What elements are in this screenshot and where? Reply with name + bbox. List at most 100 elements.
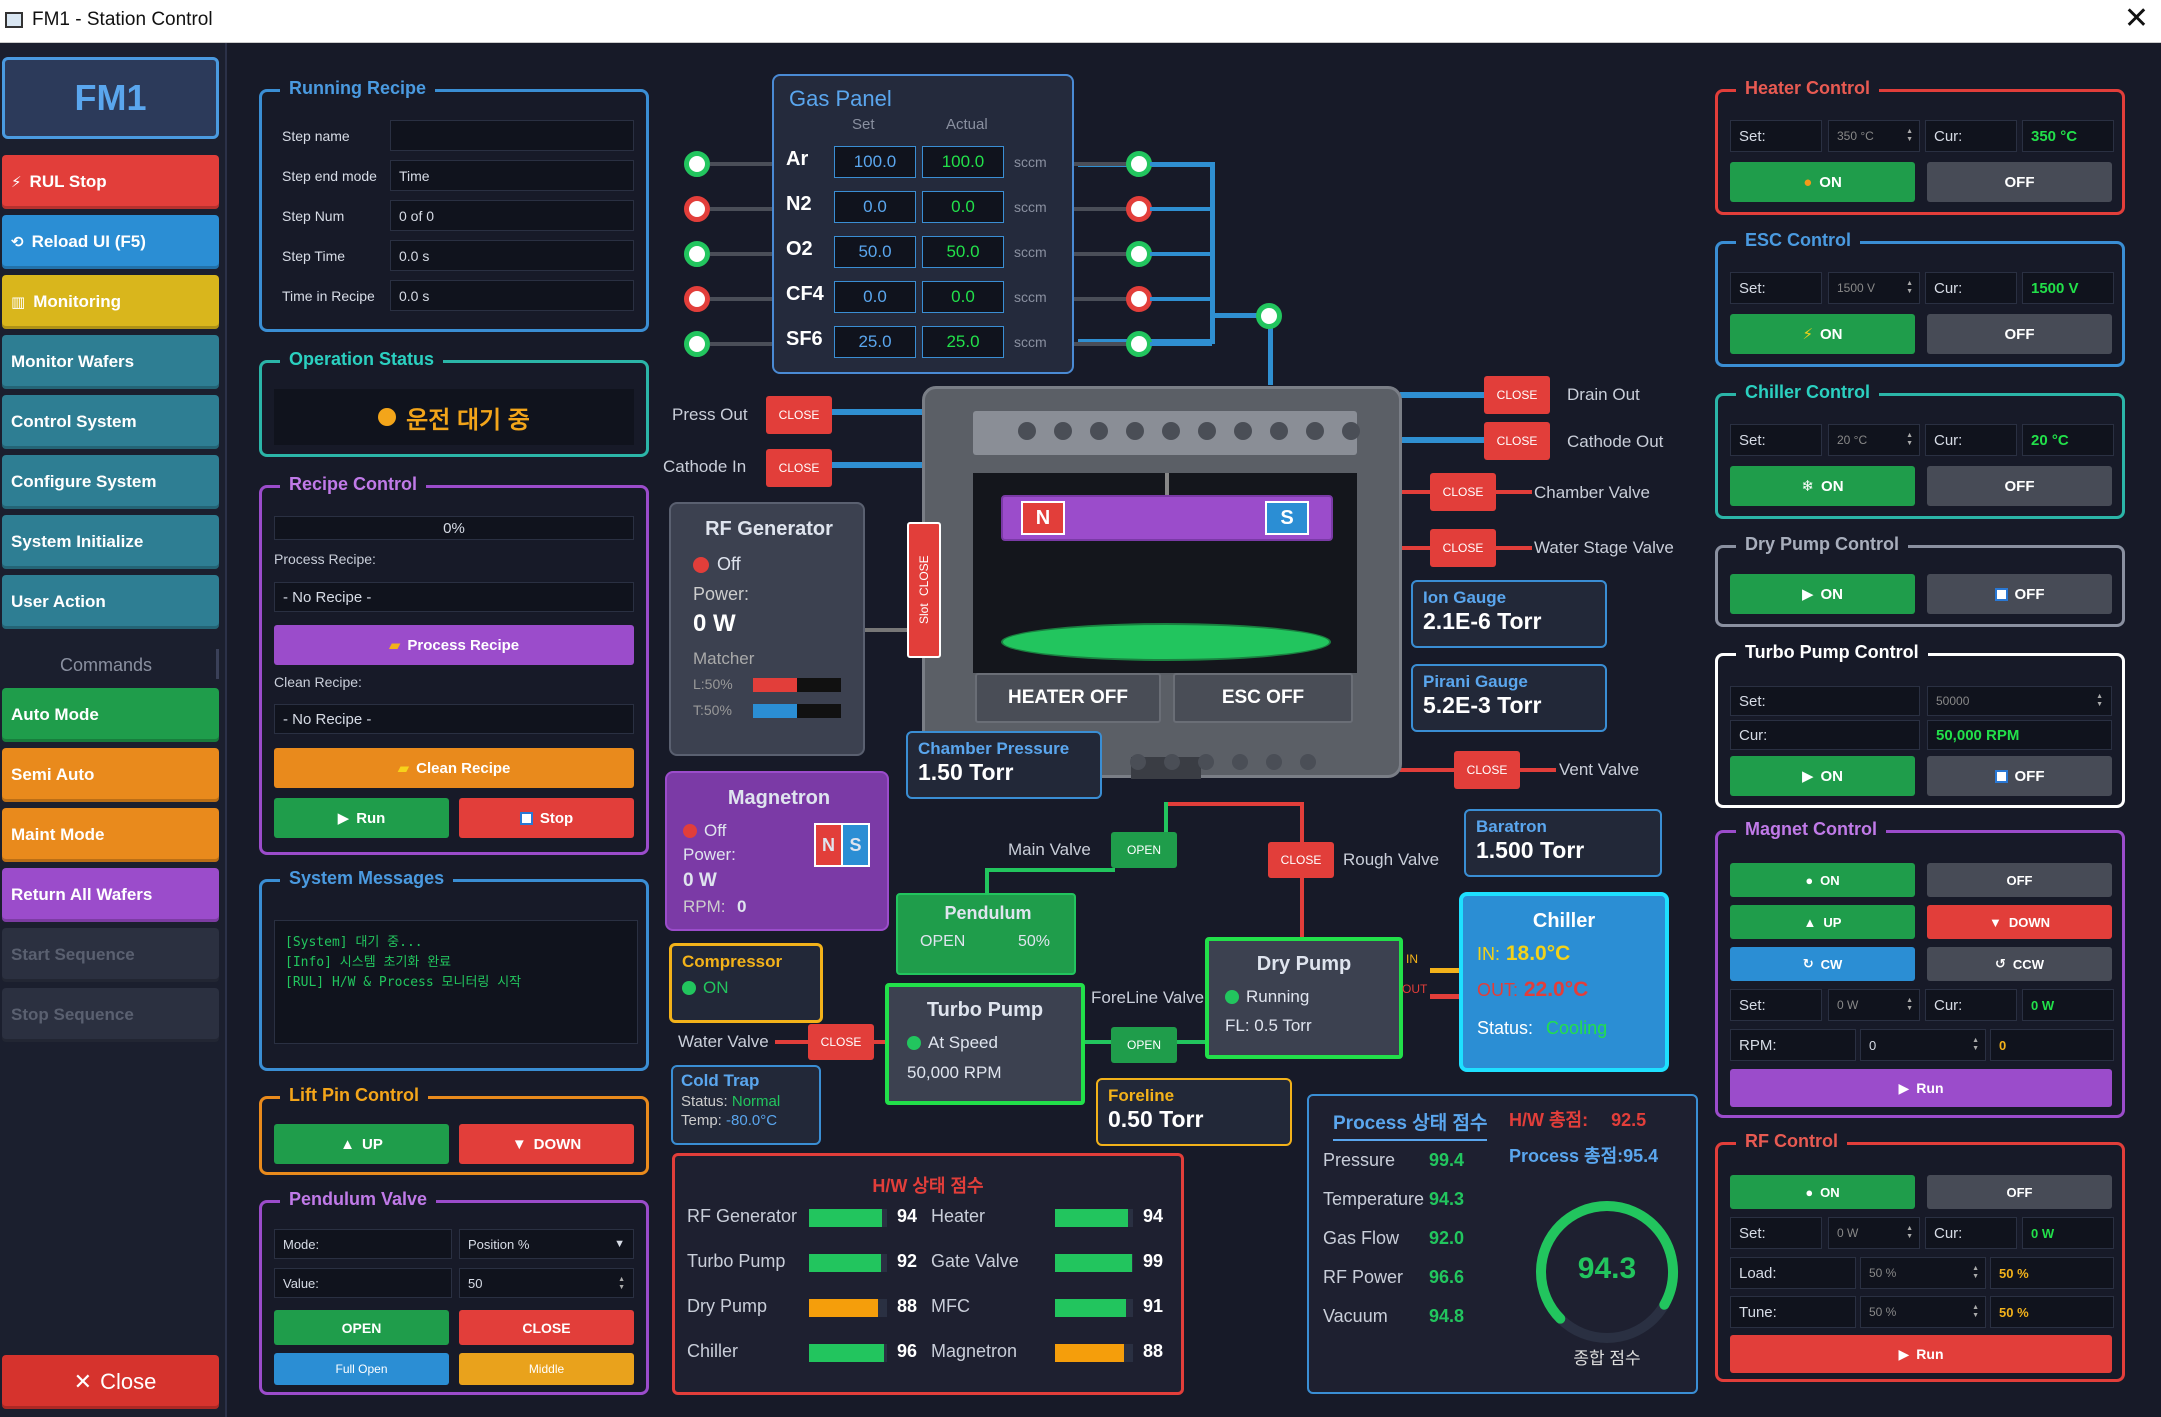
sidebar-button-0[interactable]: ⚡ RUL Stop bbox=[2, 155, 219, 209]
turbo-off-button[interactable]: OFF bbox=[1927, 756, 2112, 796]
chamber-valve[interactable]: CLOSE bbox=[1430, 473, 1496, 511]
dry-pump-on-button[interactable]: ▶ ON bbox=[1730, 574, 1915, 614]
gas-set-input[interactable]: 25.0 bbox=[834, 326, 916, 358]
gas-outlet-valve-icon[interactable] bbox=[1126, 196, 1152, 222]
spinner-icon[interactable]: ▲ ▼ bbox=[618, 1276, 625, 1292]
foreline-valve[interactable]: OPEN bbox=[1111, 1027, 1177, 1063]
water-stage-valve[interactable]: CLOSE bbox=[1430, 529, 1496, 567]
chiller-off-button[interactable]: OFF bbox=[1927, 466, 2112, 506]
pv-open-button[interactable]: OPEN bbox=[274, 1310, 449, 1345]
gas-set-input[interactable]: 0.0 bbox=[834, 281, 916, 313]
gas-outlet-valve-icon[interactable] bbox=[1126, 151, 1152, 177]
recipe-stop-button[interactable]: Stop bbox=[459, 798, 634, 838]
cathode-out-valve[interactable]: CLOSE bbox=[1484, 422, 1550, 460]
press-out-valve[interactable]: CLOSE bbox=[766, 396, 832, 434]
lift-pin-down-button[interactable]: ▼ DOWN bbox=[459, 1124, 634, 1164]
sidebar-button-6[interactable]: System Initialize bbox=[2, 515, 219, 569]
esc-set-input[interactable]: 1500 V ▲ ▼ bbox=[1828, 272, 1920, 304]
spinner-icon[interactable]: ▲ ▼ bbox=[1906, 997, 1913, 1013]
sidebar-button-3[interactable]: Monitor Wafers bbox=[2, 335, 219, 389]
magnet-ccw-button[interactable]: ↺ CCW bbox=[1927, 947, 2112, 981]
gas-inlet-valve-icon[interactable] bbox=[684, 196, 710, 222]
vent-valve[interactable]: CLOSE bbox=[1454, 751, 1520, 789]
gas-inlet-valve-icon[interactable] bbox=[684, 241, 710, 267]
gas-outlet-valve-icon[interactable] bbox=[1126, 331, 1152, 357]
close-button[interactable]: ✕ Close bbox=[2, 1355, 219, 1409]
rf-on-button[interactable]: ● ON bbox=[1730, 1175, 1915, 1209]
sidebar-button-7[interactable]: User Action bbox=[2, 575, 219, 629]
magnet-rpm-input[interactable]: 0 ▲ ▼ bbox=[1860, 1029, 1986, 1061]
spinner-icon[interactable]: ▲ ▼ bbox=[1906, 1225, 1913, 1241]
command-button-3[interactable]: Return All Wafers bbox=[2, 868, 219, 922]
sidebar-button-4[interactable]: Control System bbox=[2, 395, 219, 449]
clean-recipe-button[interactable]: ▰ Clean Recipe bbox=[274, 748, 634, 788]
magnet-up-button[interactable]: ▲ UP bbox=[1730, 905, 1915, 939]
rf-run-button[interactable]: ▶ Run bbox=[1730, 1335, 2112, 1373]
gas-inlet-valve-icon[interactable] bbox=[684, 151, 710, 177]
sidebar-button-icon: ▥ bbox=[11, 294, 26, 311]
turbo-on-button[interactable]: ▶ ON bbox=[1730, 756, 1915, 796]
gas-set-input[interactable]: 0.0 bbox=[834, 191, 916, 223]
magnet-cw-button[interactable]: ↻ CW bbox=[1730, 947, 1915, 981]
window-close-icon[interactable]: ✕ bbox=[2124, 4, 2149, 34]
magnet-run-button[interactable]: ▶ Run bbox=[1730, 1069, 2112, 1107]
clean-recipe-select[interactable]: - No Recipe - bbox=[274, 704, 634, 734]
dry-pump-off-button[interactable]: OFF bbox=[1927, 574, 2112, 614]
process-recipe-button[interactable]: ▰ Process Recipe bbox=[274, 625, 634, 665]
main-valve[interactable]: OPEN bbox=[1111, 832, 1177, 868]
rf-load-input[interactable]: 50 % ▲ ▼ bbox=[1860, 1257, 1986, 1289]
spinner-icon[interactable]: ▲ ▼ bbox=[1906, 128, 1913, 144]
rf-set-input[interactable]: 0 W ▲ ▼ bbox=[1828, 1217, 1920, 1249]
gas-set-input[interactable]: 50.0 bbox=[834, 236, 916, 268]
turbo-set-input[interactable]: 50000 ▲ ▼ bbox=[1927, 686, 2112, 716]
chiller-on-button[interactable]: ❄ ON bbox=[1730, 466, 1915, 506]
water-valve[interactable]: CLOSE bbox=[808, 1024, 874, 1060]
heater-set-input[interactable]: 350 °C ▲ ▼ bbox=[1828, 120, 1920, 152]
lift-pin-up-button[interactable]: ▲ UP bbox=[274, 1124, 449, 1164]
heater-on-button[interactable]: ● ON bbox=[1730, 162, 1915, 202]
gas-outlet-valve-icon[interactable] bbox=[1126, 241, 1152, 267]
rough-valve[interactable]: CLOSE bbox=[1268, 842, 1334, 878]
magnet-on-button[interactable]: ● ON bbox=[1730, 863, 1915, 897]
pv-close-button[interactable]: CLOSE bbox=[459, 1310, 634, 1345]
command-button-0[interactable]: Auto Mode bbox=[2, 688, 219, 742]
spinner-icon[interactable]: ▲ ▼ bbox=[1972, 1304, 1979, 1320]
spinner-icon[interactable]: ▲ ▼ bbox=[1972, 1037, 1979, 1053]
gas-outlet-valve-icon[interactable] bbox=[1126, 286, 1152, 312]
spinner-icon[interactable]: ▲ ▼ bbox=[1972, 1265, 1979, 1281]
sidebar-button-1[interactable]: ⟲ Reload UI (F5) bbox=[2, 215, 219, 269]
process-recipe-select[interactable]: - No Recipe - bbox=[274, 582, 634, 612]
pv-full-open-button[interactable]: Full Open bbox=[274, 1353, 449, 1385]
recipe-control-panel: Recipe Control 0% Process Recipe: - No R… bbox=[259, 474, 649, 855]
rotate-cw-icon: ↻ bbox=[1802, 956, 1814, 971]
command-button-5[interactable]: Stop Sequence bbox=[2, 988, 219, 1042]
chiller-set-input[interactable]: 20 °C ▲ ▼ bbox=[1828, 424, 1920, 456]
command-button-1[interactable]: Semi Auto bbox=[2, 748, 219, 802]
command-button-4[interactable]: Start Sequence bbox=[2, 928, 219, 982]
spinner-icon[interactable]: ▲ ▼ bbox=[1906, 280, 1913, 296]
gas-set-input[interactable]: 100.0 bbox=[834, 146, 916, 178]
magnet-off-button[interactable]: OFF bbox=[1927, 863, 2112, 897]
sidebar-button-5[interactable]: Configure System bbox=[2, 455, 219, 509]
heater-off-button[interactable]: OFF bbox=[1927, 162, 2112, 202]
drain-out-valve[interactable]: CLOSE bbox=[1484, 376, 1550, 414]
spinner-icon[interactable]: ▲ ▼ bbox=[2096, 693, 2103, 709]
magnet-down-button[interactable]: ▼ DOWN bbox=[1927, 905, 2112, 939]
command-button-2[interactable]: Maint Mode bbox=[2, 808, 219, 862]
sidebar-button-2[interactable]: ▥ Monitoring bbox=[2, 275, 219, 329]
cathode-in-valve[interactable]: CLOSE bbox=[766, 449, 832, 487]
rf-off-button[interactable]: OFF bbox=[1927, 1175, 2112, 1209]
magnet-set-input[interactable]: 0 W ▲ ▼ bbox=[1828, 989, 1920, 1021]
spinner-icon[interactable]: ▲ ▼ bbox=[1906, 432, 1913, 448]
gas-inlet-valve-icon[interactable] bbox=[684, 286, 710, 312]
gas-inlet-valve-icon[interactable] bbox=[684, 331, 710, 357]
sidebar-button-label: Monitor Wafers bbox=[11, 352, 135, 371]
esc-on-button[interactable]: ⚡ ON bbox=[1730, 314, 1915, 354]
recipe-run-button[interactable]: ▶ Run bbox=[274, 798, 449, 838]
slot-valve[interactable]: Slot CLOSE bbox=[907, 522, 941, 658]
rf-tune-input[interactable]: 50 % ▲ ▼ bbox=[1860, 1296, 1986, 1328]
pv-middle-button[interactable]: Middle bbox=[459, 1353, 634, 1385]
esc-off-button[interactable]: OFF bbox=[1927, 314, 2112, 354]
pv-value-input[interactable]: 50 ▲ ▼ bbox=[459, 1268, 634, 1298]
pv-mode-select[interactable]: Position % ▼ bbox=[459, 1229, 634, 1259]
